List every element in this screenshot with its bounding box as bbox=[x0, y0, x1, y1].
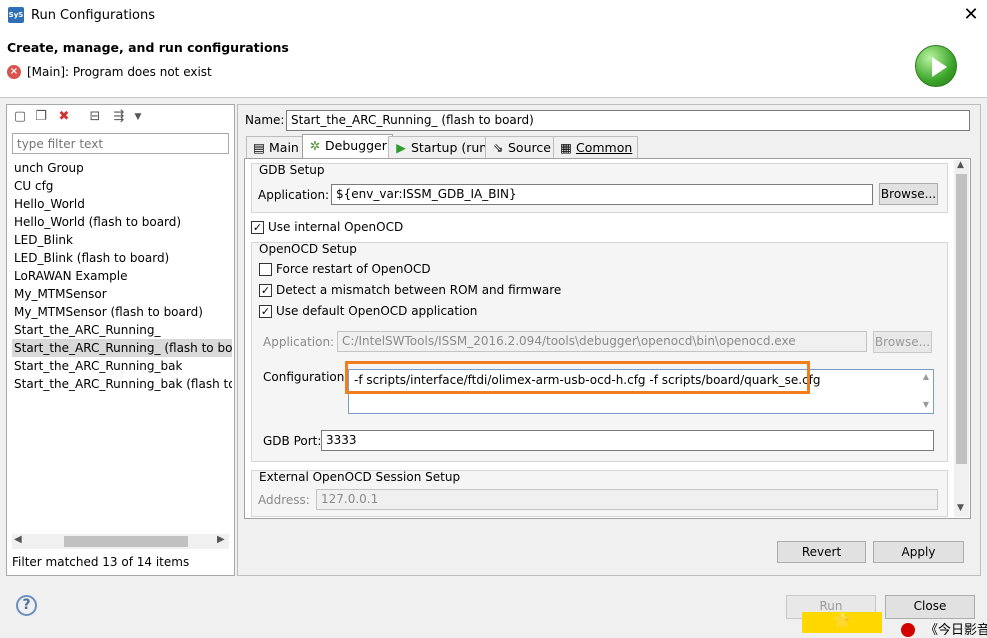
overlay-text: 《今日影音 bbox=[925, 623, 987, 638]
revert-button[interactable]: Revert bbox=[777, 541, 866, 563]
error-icon: × bbox=[7, 65, 21, 79]
filter-icon[interactable]: ⇶ bbox=[110, 108, 128, 126]
force-restart-label: Force restart of OpenOCD bbox=[276, 262, 431, 276]
tree-item[interactable]: Start_the_ARC_Running_bak (flash to b bbox=[12, 375, 232, 393]
run-large-icon bbox=[915, 45, 957, 87]
gdb-application-label: Application: bbox=[258, 188, 330, 202]
openocd-setup-title: OpenOCD Setup bbox=[259, 242, 357, 256]
record-icon bbox=[901, 623, 915, 637]
detect-mismatch-label: Detect a mismatch between ROM and firmwa… bbox=[276, 283, 562, 297]
tree-item[interactable]: Start_the_ARC_Running_ bbox=[12, 321, 232, 339]
scroll-left-icon[interactable]: ◀ bbox=[14, 534, 22, 545]
vertical-scrollbar[interactable]: ▲ ▼ bbox=[954, 160, 969, 517]
use-internal-openocd-label: Use internal OpenOCD bbox=[268, 220, 404, 234]
window-title: Run Configurations bbox=[31, 8, 155, 23]
address-input: 127.0.0.1 bbox=[316, 489, 938, 510]
duplicate-icon[interactable]: ❐ bbox=[32, 108, 50, 126]
tab-main[interactable]: ▤ Main bbox=[246, 136, 305, 158]
tab-debugger[interactable]: ✲ Debugger bbox=[302, 134, 393, 159]
scroll-up-icon[interactable]: ▲ bbox=[957, 160, 964, 170]
help-icon[interactable]: ? bbox=[16, 595, 37, 616]
name-label: Name: bbox=[245, 113, 285, 127]
openocd-browse-button: Browse... bbox=[873, 331, 932, 353]
tree-item[interactable]: Hello_World (flash to board) bbox=[12, 213, 232, 231]
horizontal-scrollbar[interactable]: ◀ ▶ bbox=[12, 534, 229, 549]
gdb-browse-button[interactable]: Browse... bbox=[879, 183, 938, 205]
detect-mismatch-checkbox[interactable]: ✓ bbox=[259, 284, 272, 297]
use-default-app-label: Use default OpenOCD application bbox=[276, 304, 478, 318]
force-restart-checkbox[interactable] bbox=[259, 263, 272, 276]
tree-item[interactable]: My_MTMSensor bbox=[12, 285, 232, 303]
tree-item[interactable]: CU cfg bbox=[12, 177, 232, 195]
tree-item-selected[interactable]: Start_the_ARC_Running_ (flash to board bbox=[12, 339, 232, 357]
collapse-all-icon[interactable]: ⊟ bbox=[86, 108, 104, 126]
openocd-application-input: C:/IntelSWTools/ISSM_2016.2.094/tools\de… bbox=[337, 331, 867, 352]
openocd-application-label: Application: bbox=[263, 335, 335, 349]
tree-item[interactable]: unch Group bbox=[12, 159, 232, 177]
use-default-app-checkbox[interactable]: ✓ bbox=[259, 305, 272, 318]
configuration-highlight-box bbox=[345, 361, 810, 394]
tree-item[interactable]: My_MTMSensor (flash to board) bbox=[12, 303, 232, 321]
tab-source[interactable]: ⇘ Source bbox=[485, 136, 557, 158]
source-icon: ⇘ bbox=[492, 140, 504, 155]
scroll-thumb[interactable] bbox=[64, 536, 188, 547]
gdb-setup-title: GDB Setup bbox=[259, 163, 325, 177]
external-session-title: External OpenOCD Session Setup bbox=[259, 470, 461, 484]
use-internal-openocd-checkbox[interactable]: ✓ bbox=[251, 221, 264, 234]
tree-item[interactable]: LED_Blink (flash to board) bbox=[12, 249, 232, 267]
close-button[interactable]: Close bbox=[885, 595, 975, 619]
name-input[interactable]: Start_the_ARC_Running_ (flash to board) bbox=[286, 110, 970, 131]
common-tab-icon: ▦ bbox=[560, 140, 572, 155]
config-tree: unch Group CU cfg Hello_World Hello_Worl… bbox=[12, 159, 232, 529]
tab-common[interactable]: ▦ Common bbox=[553, 136, 639, 158]
tree-item[interactable]: Start_the_ARC_Running_bak bbox=[12, 357, 232, 375]
gdb-application-input[interactable]: ${env_var:ISSM_GDB_IA_BIN} bbox=[331, 184, 873, 205]
error-message: [Main]: Program does not exist bbox=[27, 65, 212, 79]
scroll-right-icon[interactable]: ▶ bbox=[217, 534, 225, 545]
tree-item[interactable]: LED_Blink bbox=[12, 231, 232, 249]
filter-input[interactable] bbox=[12, 133, 229, 154]
configuration-label: Configuration: bbox=[263, 370, 349, 384]
address-label: Address: bbox=[258, 493, 310, 507]
new-config-icon[interactable]: ▢ bbox=[11, 108, 29, 126]
app-icon: SyS bbox=[8, 7, 24, 23]
close-icon[interactable]: ✕ bbox=[960, 4, 982, 26]
overlay-logo-icon bbox=[802, 610, 882, 633]
gdb-port-label: GDB Port: bbox=[263, 434, 322, 448]
textarea-scroll-down-icon[interactable]: ▼ bbox=[923, 400, 929, 409]
apply-button[interactable]: Apply bbox=[873, 541, 964, 563]
play-icon: ▶ bbox=[396, 140, 406, 155]
delete-icon[interactable]: ✖ bbox=[55, 108, 73, 126]
tree-item[interactable]: Hello_World bbox=[12, 195, 232, 213]
tree-item[interactable]: LoRAWAN Example bbox=[12, 267, 232, 285]
scroll-thumb[interactable] bbox=[956, 174, 967, 464]
main-tab-icon: ▤ bbox=[253, 140, 265, 155]
filter-status: Filter matched 13 of 14 items bbox=[12, 555, 190, 569]
textarea-scroll-up-icon[interactable]: ▲ bbox=[923, 372, 929, 381]
gdb-port-input[interactable]: 3333 bbox=[321, 430, 934, 451]
tab-startup[interactable]: ▶ Startup (run) bbox=[388, 136, 499, 158]
banner-title: Create, manage, and run configurations bbox=[7, 40, 289, 55]
bug-icon: ✲ bbox=[309, 138, 321, 153]
dropdown-arrow-icon[interactable]: ▼ bbox=[129, 108, 147, 126]
scroll-down-icon[interactable]: ▼ bbox=[957, 503, 964, 513]
